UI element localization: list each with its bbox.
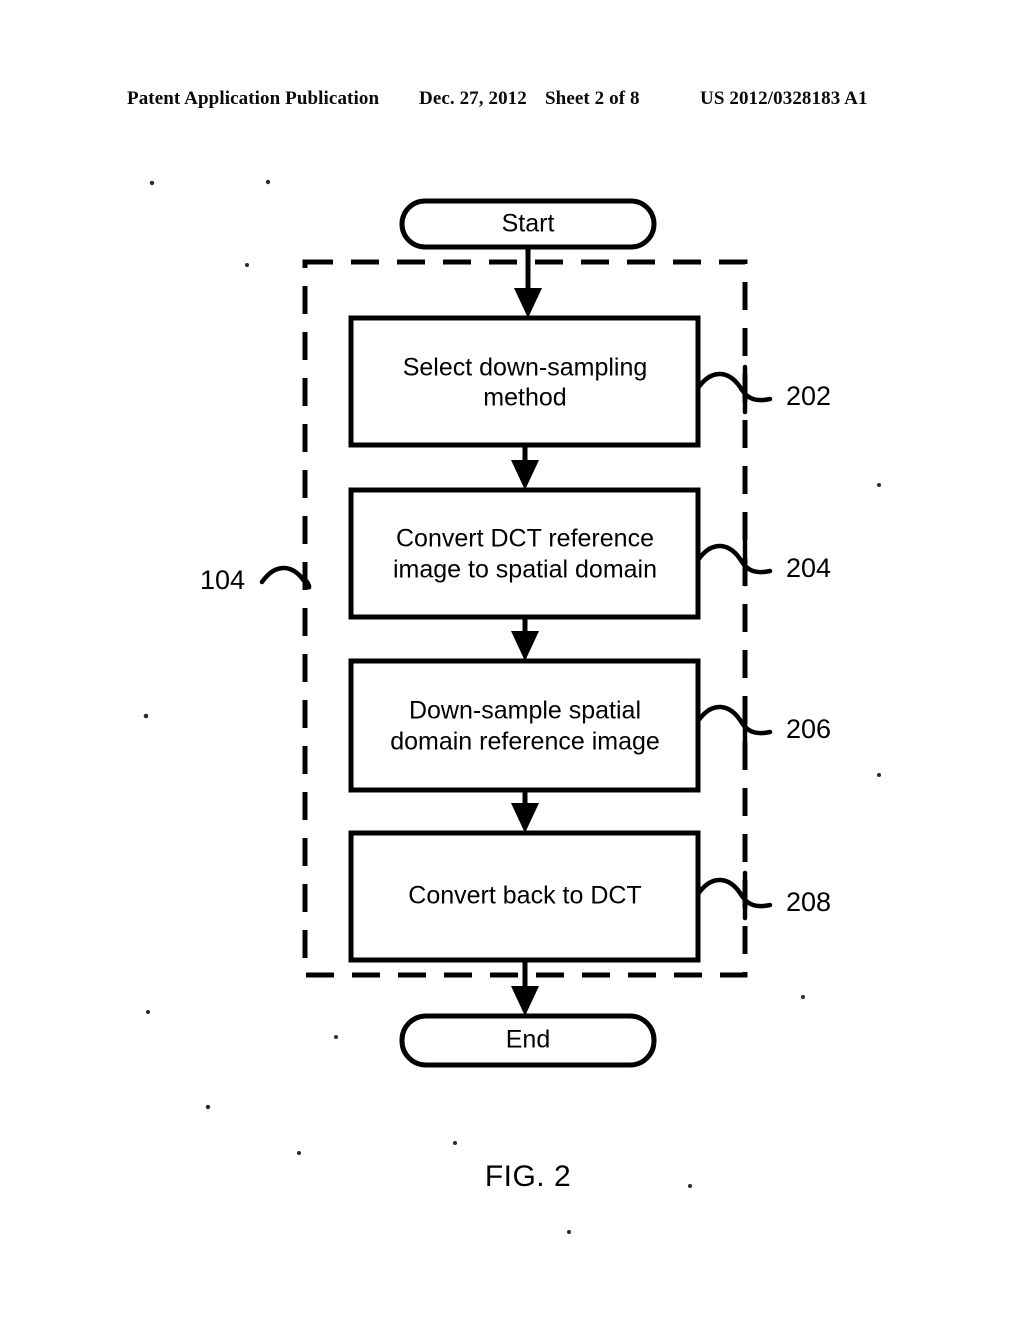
step-box-202-line2: method bbox=[483, 384, 566, 412]
step-box-204-line2: image to spatial domain bbox=[393, 556, 657, 584]
ref-label-202: 202 bbox=[786, 381, 831, 411]
connector-start-to-202 bbox=[514, 247, 542, 318]
patent-figure: Start Select down-sampling method 202 Co… bbox=[0, 0, 1024, 1320]
ref-label-206: 206 bbox=[786, 714, 831, 744]
start-node-label: Start bbox=[502, 210, 555, 238]
connector-206-to-208 bbox=[511, 790, 539, 833]
ref-label-208: 208 bbox=[786, 887, 831, 917]
ref-label-204: 204 bbox=[786, 553, 831, 583]
leader-104 bbox=[259, 565, 312, 590]
ref-label-104: 104 bbox=[200, 565, 245, 595]
step-box-202-line1: Select down-sampling bbox=[403, 354, 648, 382]
connector-208-to-end bbox=[511, 960, 539, 1016]
leader-206 bbox=[695, 697, 773, 748]
step-box-204[interactable] bbox=[348, 487, 701, 620]
connector-204-to-206 bbox=[511, 617, 539, 661]
step-box-208-line1: Convert back to DCT bbox=[408, 882, 641, 910]
end-node-label: End bbox=[506, 1026, 550, 1054]
figure-caption: FIG. 2 bbox=[485, 1160, 571, 1193]
leader-208 bbox=[695, 870, 773, 921]
step-box-206-line1: Down-sample spatial bbox=[409, 697, 641, 725]
leader-204 bbox=[695, 536, 773, 587]
connector-202-to-204 bbox=[511, 445, 539, 490]
step-box-206[interactable] bbox=[348, 658, 701, 793]
step-box-206-line2: domain reference image bbox=[390, 728, 660, 756]
step-box-204-line1: Convert DCT reference bbox=[396, 525, 654, 553]
leader-202 bbox=[695, 364, 773, 415]
